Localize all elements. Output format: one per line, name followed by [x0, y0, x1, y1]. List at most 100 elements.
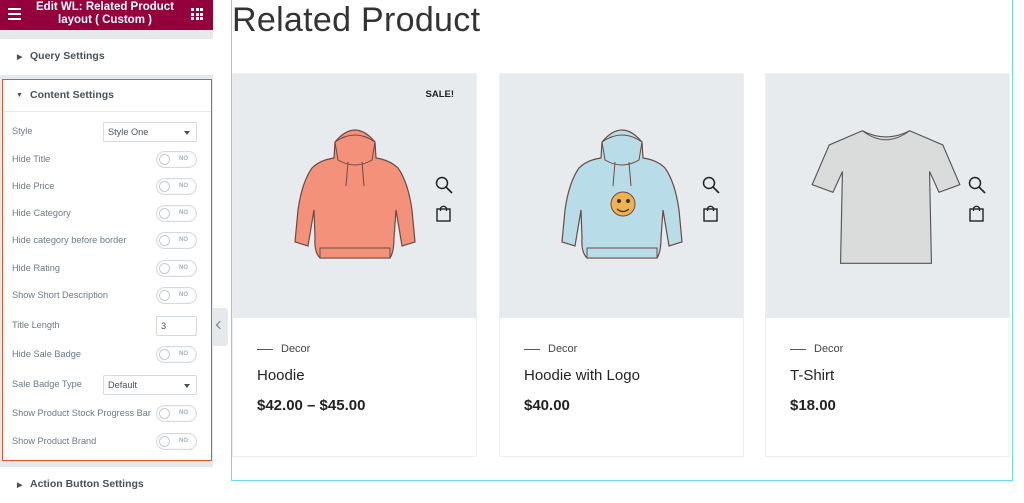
hoodie-logo-image — [561, 129, 683, 259]
number-value: 3 — [161, 321, 167, 331]
control-label: Hide Sale Badge — [12, 349, 81, 359]
toggle-switch[interactable]: NO — [156, 232, 197, 249]
toggle-knob — [159, 408, 170, 419]
toggle-switch[interactable]: NO — [156, 178, 197, 195]
product-price: $42.00 – $45.00 — [257, 397, 366, 414]
control-label: Style — [12, 126, 33, 136]
editor-root: Edit WL: Related Product layout ( Custom… — [0, 0, 1024, 503]
section-label: Action Button Settings — [30, 478, 144, 490]
select-dropdown[interactable]: Style One — [103, 122, 197, 142]
editor-title: Edit WL: Related Product layout ( Custom… — [36, 1, 174, 26]
toggle-knob — [159, 263, 170, 274]
hoodie-image — [294, 129, 416, 259]
toggle-knob — [159, 436, 170, 447]
toggle-state-label: NO — [179, 265, 188, 271]
control-label: Hide Rating — [12, 263, 61, 273]
page-heading: Related Product — [232, 1, 481, 39]
category-label: Decor — [814, 343, 844, 355]
toggle-switch[interactable]: NO — [156, 405, 197, 422]
product-category[interactable]: Decor — [524, 343, 577, 355]
quick-view-search-icon[interactable] — [968, 176, 986, 194]
control-label: Hide category before border — [12, 235, 127, 245]
control-row: Hide Category NO — [12, 204, 197, 224]
control-label: Hide Title — [12, 154, 51, 164]
tshirt-image — [811, 130, 961, 264]
editor-sidebar: Edit WL: Related Product layout ( Custom… — [0, 0, 213, 503]
toggle-switch[interactable]: NO — [156, 205, 197, 222]
category-dash — [790, 348, 806, 350]
control-row: Hide category before border NO — [12, 231, 197, 251]
add-to-cart-bag-icon[interactable] — [703, 205, 718, 222]
toggle-switch[interactable]: NO — [156, 287, 197, 304]
toggle-switch[interactable]: NO — [156, 346, 197, 363]
control-label: Hide Category — [12, 208, 71, 218]
product-card[interactable]: Decor T-Shirt $18.00 — [765, 73, 1010, 457]
control-label: Hide Price — [12, 181, 55, 191]
control-label: Show Product Brand — [12, 436, 97, 446]
toggle-switch[interactable]: NO — [156, 433, 197, 450]
control-label: Show Short Description — [12, 290, 109, 300]
number-input[interactable]: 3 — [156, 316, 197, 336]
editor-topbar: Edit WL: Related Product layout ( Custom… — [0, 0, 213, 30]
toggle-switch[interactable]: NO — [156, 260, 197, 277]
product-category[interactable]: Decor — [257, 343, 310, 355]
caret-right-icon: ▶ — [17, 54, 23, 61]
quick-view-search-icon[interactable] — [702, 176, 720, 194]
toggle-state-label: NO — [179, 351, 188, 357]
select-dropdown[interactable]: Default — [103, 375, 197, 395]
section-label: Query Settings — [30, 50, 105, 62]
product-image-area[interactable] — [500, 74, 743, 318]
toggle-state-label: NO — [179, 438, 188, 444]
caret-down-icon — [184, 384, 190, 388]
toggle-knob — [159, 235, 170, 246]
toggle-state-label: NO — [179, 183, 188, 189]
hamburger-icon[interactable] — [8, 8, 21, 20]
category-label: Decor — [548, 343, 578, 355]
caret-down-icon: ▼ — [16, 92, 23, 99]
add-to-cart-bag-icon[interactable] — [969, 205, 984, 222]
toggle-knob — [159, 208, 170, 219]
control-row: Hide Price NO — [12, 177, 197, 197]
product-title[interactable]: Hoodie — [257, 367, 305, 384]
quick-view-search-icon[interactable] — [435, 176, 453, 194]
product-title[interactable]: Hoodie with Logo — [524, 367, 640, 384]
select-value: Style One — [108, 127, 149, 137]
product-card[interactable]: SALE! Decor Hoodie $42.00 – $45.00 — [232, 73, 477, 457]
toggle-state-label: NO — [179, 292, 188, 298]
toggle-knob — [159, 154, 170, 165]
toggle-state-label: NO — [179, 156, 188, 162]
category-dash — [257, 348, 273, 350]
section-query-settings[interactable]: ▶ Query Settings — [0, 39, 213, 75]
product-category[interactable]: Decor — [790, 343, 843, 355]
product-image-area[interactable] — [766, 74, 1009, 318]
control-row: Style Style One — [12, 122, 197, 142]
product-price: $40.00 — [524, 397, 570, 414]
toggle-state-label: NO — [179, 210, 188, 216]
control-label: Sale Badge Type — [12, 379, 82, 389]
toggle-knob — [159, 349, 170, 360]
toggle-state-label: NO — [179, 237, 188, 243]
chevron-left-icon — [215, 320, 225, 330]
control-row: Show Product Brand NO — [12, 432, 197, 452]
product-price: $18.00 — [790, 397, 836, 414]
collapse-panel-button[interactable] — [213, 308, 228, 346]
toggle-knob — [159, 181, 170, 192]
grid-icon[interactable] — [191, 8, 203, 20]
product-card[interactable]: Decor Hoodie with Logo $40.00 — [499, 73, 744, 457]
control-row: Title Length 3 — [12, 316, 197, 336]
product-image-area[interactable]: SALE! — [233, 74, 476, 318]
control-row: Show Short Description NO — [12, 286, 197, 306]
control-row: Show Product Stock Progress Bar NO — [12, 404, 197, 424]
toggle-switch[interactable]: NO — [156, 151, 197, 168]
control-row: Hide Rating NO — [12, 259, 197, 279]
caret-right-icon: ▶ — [17, 482, 23, 489]
add-to-cart-bag-icon[interactable] — [436, 205, 451, 222]
control-row: Hide Sale Badge NO — [12, 345, 197, 365]
category-dash — [524, 348, 540, 350]
section-action-button-settings[interactable]: ▶ Action Button Settings — [0, 467, 213, 503]
control-row: Hide Title NO — [12, 150, 197, 170]
product-title[interactable]: T-Shirt — [790, 367, 834, 384]
section-content-settings[interactable]: ▼ Content Settings — [3, 80, 211, 112]
category-label: Decor — [281, 343, 311, 355]
toggle-knob — [159, 290, 170, 301]
